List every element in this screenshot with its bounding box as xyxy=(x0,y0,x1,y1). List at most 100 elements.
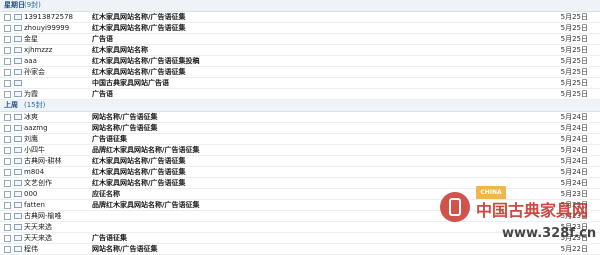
mail-row[interactable]: aaa 红木家具网站名称/广告语征集投稿 5月25日 xyxy=(0,56,600,67)
mail-subject[interactable]: 红木家具网站名称 xyxy=(92,46,148,54)
mail-row[interactable]: 冰爽 网站名称/广告语征集 5月24日 xyxy=(0,112,600,123)
mail-content: 网站名称/广告语征集 xyxy=(92,123,532,133)
mail-row[interactable]: zhouyi99999 红木家具网站名称/广告语征集 5月25日 xyxy=(0,23,600,34)
row-checkbox[interactable] xyxy=(4,125,11,132)
mail-subject[interactable]: 红木家具网站名称/广告语征集 xyxy=(92,168,186,176)
mail-content: 红木家具网站名称/广告语征集投稿 xyxy=(92,56,532,66)
mail-row[interactable]: 中国古典家具网站广告语 5月25日 xyxy=(0,78,600,89)
mail-row[interactable]: 为霞 广告语 5月25日 xyxy=(0,89,600,100)
mail-content: 红木家具网站名称 xyxy=(92,45,532,55)
sender-name: m804 xyxy=(24,168,45,176)
mail-date: 5月25日 xyxy=(560,79,588,87)
mail-subject[interactable]: 品牌红木家具网站名称/广告语征集 xyxy=(92,146,200,154)
mail-subject[interactable]: 网站名称/广告语征集 xyxy=(92,124,158,132)
mail-subject[interactable]: 红木家具网站名称/广告语征集 xyxy=(92,68,186,76)
sender-name: 13913872578 xyxy=(24,13,73,21)
sender-name: 程伟 xyxy=(24,245,38,253)
mail-row[interactable]: 小四牛 品牌红木家具网站名称/广告语征集 5月24日 xyxy=(0,145,600,156)
envelope-icon xyxy=(14,47,22,53)
row-checkbox[interactable] xyxy=(4,158,11,165)
mail-row[interactable]: 古典网-耕林 红木家具网站名称/广告语征集 5月24日 xyxy=(0,156,600,167)
mail-subject[interactable]: 红木家具网站名称/广告语征集 xyxy=(92,157,186,165)
mail-row[interactable]: 金星 广告语 5月25日 xyxy=(0,34,600,45)
mail-row[interactable]: m804 红木家具网站名称/广告语征集 5月24日 xyxy=(0,167,600,178)
row-checkbox[interactable] xyxy=(4,25,11,32)
row-checkbox[interactable] xyxy=(4,58,11,65)
sender-name: 天天来选 xyxy=(24,223,52,231)
mail-date: 5月24日 xyxy=(560,157,588,165)
mail-date: 5月24日 xyxy=(560,146,588,154)
group-title: 上周 xyxy=(4,101,18,109)
mail-content: 红木家具网站名称/广告语征集 xyxy=(92,23,532,33)
row-checkbox[interactable] xyxy=(4,80,11,87)
mail-content: 中国古典家具网站广告语 xyxy=(92,78,532,88)
mail-date: 5月24日 xyxy=(560,135,588,143)
mail-subject[interactable]: 品牌红木家具网站名称/广告语征集 xyxy=(92,201,200,209)
mail-date: 5月25日 xyxy=(560,90,588,98)
envelope-icon xyxy=(14,191,22,197)
envelope-icon xyxy=(14,91,22,97)
row-checkbox[interactable] xyxy=(4,114,11,121)
row-checkbox[interactable] xyxy=(4,213,11,220)
mail-subject[interactable]: 红木家具网站名称/广告语征集 xyxy=(92,13,186,21)
envelope-icon xyxy=(14,136,22,142)
row-checkbox[interactable] xyxy=(4,69,11,76)
mail-date: 5月25日 xyxy=(560,68,588,76)
mail-row[interactable]: 孙家会 红木家具网站名称/广告语征集 5月25日 xyxy=(0,67,600,78)
envelope-icon xyxy=(14,213,22,219)
sender-name: 孙家会 xyxy=(24,68,45,76)
sender-name: 小四牛 xyxy=(24,146,45,154)
row-checkbox[interactable] xyxy=(4,136,11,143)
mail-content: 红木家具网站名称/广告语征集 xyxy=(92,167,532,177)
mail-subject[interactable]: 中国古典家具网站广告语 xyxy=(92,79,169,87)
mail-date: 5月25日 xyxy=(560,13,588,21)
mail-subject[interactable]: 红木家具网站名称/广告语征集投稿 xyxy=(92,57,200,65)
envelope-icon xyxy=(14,25,22,31)
mail-content: 红木家具网站名称/广告语征集 xyxy=(92,156,532,166)
envelope-icon xyxy=(14,58,22,64)
envelope-icon xyxy=(14,158,22,164)
row-checkbox[interactable] xyxy=(4,47,11,54)
row-checkbox[interactable] xyxy=(4,91,11,98)
mail-row[interactable]: xjhmzzz 红木家具网站名称 5月25日 xyxy=(0,45,600,56)
mail-date: 5月24日 xyxy=(560,124,588,132)
row-checkbox[interactable] xyxy=(4,180,11,187)
mail-row[interactable]: 13913872578 红木家具网站名称/广告语征集 5月25日 xyxy=(0,12,600,23)
mail-row[interactable]: 刘鹰 广告语征集 5月24日 xyxy=(0,134,600,145)
mail-subject[interactable]: 广告语 xyxy=(92,35,113,43)
sender-name: zhouyi99999 xyxy=(24,24,70,32)
mail-row[interactable]: aazmg 网站名称/广告语征集 5月24日 xyxy=(0,123,600,134)
mail-subject[interactable]: 红木家具网站名称/广告语征集 xyxy=(92,179,186,187)
mail-subject[interactable]: 广告语 xyxy=(92,90,113,98)
mail-date: 5月25日 xyxy=(560,24,588,32)
row-checkbox[interactable] xyxy=(4,36,11,43)
mail-subject[interactable]: 红木家具网站名称/广告语征集 xyxy=(92,24,186,32)
envelope-icon xyxy=(14,147,22,153)
row-checkbox[interactable] xyxy=(4,169,11,176)
mail-subject[interactable]: 广告语征集 xyxy=(92,234,127,242)
watermark-ribbon: CHINA xyxy=(476,186,506,199)
mail-subject[interactable]: 网站名称/广告语征集 xyxy=(92,113,158,121)
envelope-icon xyxy=(14,125,22,131)
row-checkbox[interactable] xyxy=(4,191,11,198)
row-checkbox[interactable] xyxy=(4,235,11,242)
sender-name: 冰爽 xyxy=(24,113,38,121)
mail-content: 网站名称/广告语征集 xyxy=(92,112,532,122)
sender-name: 古典网-榆唯 xyxy=(24,212,62,220)
mail-date: 5月24日 xyxy=(560,168,588,176)
row-checkbox[interactable] xyxy=(4,202,11,209)
row-checkbox[interactable] xyxy=(4,14,11,21)
envelope-icon xyxy=(14,224,22,230)
sender-name: xjhmzzz xyxy=(24,46,53,54)
mail-subject[interactable]: 应征名称 xyxy=(92,190,120,198)
group-header-last-week[interactable]: 上周 (15封) xyxy=(0,100,600,112)
site-watermark: CHINA 中国古典家具网 www.328f.cn xyxy=(440,186,600,250)
row-checkbox[interactable] xyxy=(4,224,11,231)
group-header-sunday[interactable]: 星期日 (9封) xyxy=(0,0,600,12)
mail-subject[interactable]: 网站名称/广告语征集 xyxy=(92,245,158,253)
sender-name: 刘鹰 xyxy=(24,135,38,143)
row-checkbox[interactable] xyxy=(4,147,11,154)
envelope-icon xyxy=(14,36,22,42)
envelope-icon xyxy=(14,80,22,86)
mail-subject[interactable]: 广告语征集 xyxy=(92,135,127,143)
